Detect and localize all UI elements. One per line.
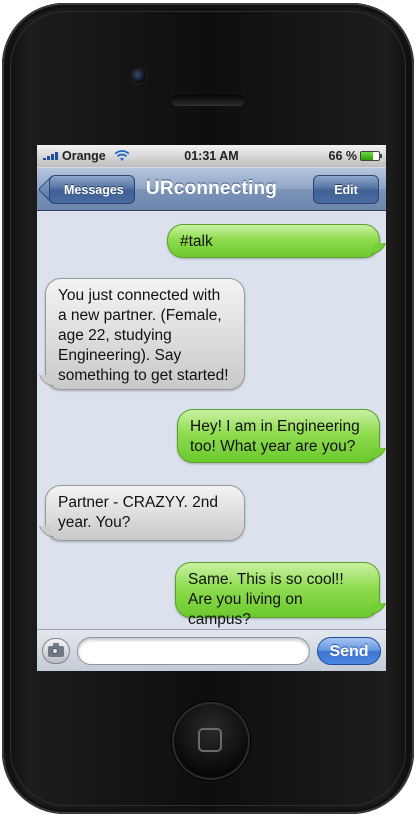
screen: Orange 01:31 AM 66 % Messages URconnecti…: [37, 145, 386, 671]
message-text: #talk: [180, 233, 213, 250]
battery-fill: [361, 152, 373, 160]
message-bubble-incoming: You just connected with a new partner. (…: [45, 278, 245, 390]
message-text: Partner - CRAZYY. 2nd year. You?: [58, 494, 218, 531]
status-bar: Orange 01:31 AM 66 %: [37, 145, 386, 167]
message-text: Hey! I am in Engineering too! What year …: [190, 418, 360, 455]
earpiece-speaker: [172, 95, 244, 105]
message-input[interactable]: [77, 637, 310, 665]
home-square-icon: [198, 728, 222, 752]
message-bubble-outgoing: Same. This is so cool!! Are you living o…: [175, 562, 380, 628]
message-text: You just connected with a new partner. (…: [58, 287, 229, 384]
status-right: 66 %: [328, 149, 382, 163]
message-bubble-outgoing: #talk: [167, 224, 380, 258]
message-text: Same. This is so cool!! Are you living o…: [188, 571, 344, 628]
front-camera: [132, 69, 146, 83]
battery-icon: [360, 151, 382, 161]
navigation-bar: Messages URconnecting Edit: [37, 167, 386, 211]
edit-button[interactable]: Edit: [313, 175, 379, 204]
message-bubble-incoming: Partner - CRAZYY. 2nd year. You?: [45, 485, 245, 541]
camera-icon: [48, 642, 64, 657]
send-button[interactable]: Send: [317, 637, 381, 665]
back-messages-button[interactable]: Messages: [49, 175, 135, 204]
camera-button[interactable]: [42, 638, 70, 664]
message-input-bar: Send: [37, 629, 386, 671]
message-bubble-outgoing: Hey! I am in Engineering too! What year …: [177, 409, 380, 463]
home-button[interactable]: [172, 702, 250, 780]
battery-percent: 66 %: [328, 149, 358, 163]
